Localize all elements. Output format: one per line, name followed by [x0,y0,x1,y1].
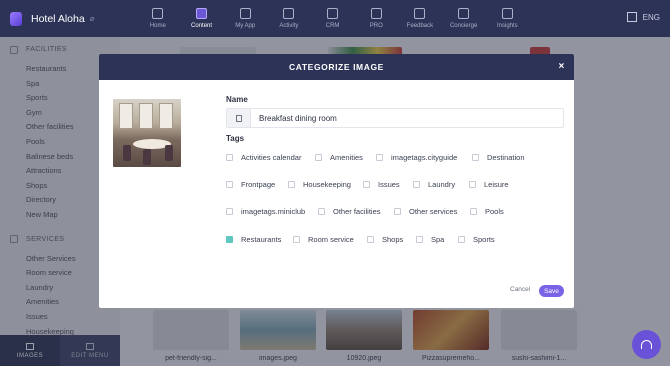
tag-checkbox[interactable] [472,154,479,161]
flag-icon [235,114,242,122]
tag-checkbox[interactable] [416,236,423,243]
tag-destination[interactable]: Destination [472,153,525,162]
nav-item-concierge[interactable]: Concierge [442,0,486,37]
translate-icon[interactable] [626,12,637,22]
tag-restaurants[interactable]: Restaurants [226,235,281,244]
dialog-title: CATEGORIZE IMAGE [289,62,384,72]
name-field [226,108,564,128]
tag-checkbox[interactable] [376,154,383,161]
hotel-badge: ⌀ [89,14,95,23]
cancel-button[interactable]: Cancel [510,286,530,293]
nav-item-my-app[interactable]: My App [223,0,267,37]
language-selector[interactable]: ENG [643,13,660,22]
tag-activities-calendar[interactable]: Activities calendar [226,153,301,162]
hotel-name: Hotel Aloha [31,12,85,25]
nav-item-feedback[interactable]: Feedback [398,0,442,37]
tag-leisure[interactable]: Leisure [469,180,509,189]
preview-chair [165,145,173,161]
tag-checkbox[interactable] [226,181,233,188]
flag-addon [227,109,251,127]
pro-icon [370,8,382,19]
top-nav-bar: Hotel Aloha ⌀ Home Content My App Activi… [0,0,670,37]
tag-amenities[interactable]: Amenities [315,153,363,162]
tag-checkbox[interactable] [288,181,295,188]
tags-label: Tags [226,134,245,143]
tag-checkbox[interactable] [293,236,300,243]
tag-checkbox[interactable] [367,236,374,243]
preview-chair [123,145,131,161]
save-button[interactable]: Save [539,285,564,297]
tag-checkbox[interactable] [458,236,465,243]
phone-icon [239,8,251,19]
nav-item-home[interactable]: Home [136,0,180,37]
image-preview [113,99,181,167]
tag-checkbox[interactable] [413,181,420,188]
tag-checkbox[interactable] [470,208,477,215]
preview-window [159,103,173,129]
name-input[interactable] [251,113,551,123]
tag-housekeeping[interactable]: Housekeeping [288,180,351,189]
tag-imagetags-miniclub[interactable]: imagetags.miniclub [226,207,305,216]
nav-item-activity[interactable]: Activity [267,0,311,37]
nav-item-insights[interactable]: Insights [486,0,530,37]
top-right-controls: ENG [626,12,660,22]
nav-item-content[interactable]: Content [180,0,224,37]
headset-icon [641,340,652,349]
tag-other-facilities[interactable]: Other facilities [318,207,381,216]
tag-checkbox[interactable] [469,181,476,188]
tag-checkbox[interactable] [226,208,233,215]
tag-checkbox-checked[interactable] [226,236,233,243]
name-label: Name [226,95,248,104]
nav-item-pro[interactable]: PRO [354,0,398,37]
dialog-header: CATEGORIZE IMAGE × [99,54,574,80]
tag-imagetags-cityguide[interactable]: imagetags.cityguide [376,153,457,162]
support-chat-button[interactable] [632,330,661,359]
tag-checkbox[interactable] [363,181,370,188]
main-nav: Home Content My App Activity CRM PRO Fee… [136,0,529,37]
activity-icon [283,8,295,19]
tag-checkbox[interactable] [318,208,325,215]
crm-icon [327,8,339,19]
tag-frontpage[interactable]: Frontpage [226,180,275,189]
brand[interactable]: Hotel Aloha ⌀ [0,11,140,26]
thumb-icon [414,8,426,19]
tag-other-services[interactable]: Other services [394,207,457,216]
tag-room-service[interactable]: Room service [293,235,354,244]
preview-window [119,103,133,129]
tag-pools[interactable]: Pools [470,207,504,216]
preview-window [139,103,153,129]
app-logo-icon [10,11,22,26]
preview-chair [143,149,151,165]
nav-item-crm[interactable]: CRM [311,0,355,37]
categorize-image-dialog: CATEGORIZE IMAGE × Name Tags Activities … [99,54,574,308]
tag-sports[interactable]: Sports [458,235,495,244]
tag-checkbox[interactable] [315,154,322,161]
close-icon[interactable]: × [559,61,565,73]
tag-checkbox[interactable] [226,154,233,161]
tag-issues[interactable]: Issues [363,180,400,189]
tag-checkbox[interactable] [394,208,401,215]
content-icon [196,8,208,19]
tag-laundry[interactable]: Laundry [413,180,455,189]
tag-shops[interactable]: Shops [367,235,403,244]
home-icon [152,8,164,19]
chat-icon [458,8,470,19]
chart-icon [501,8,513,19]
tag-spa[interactable]: Spa [416,235,444,244]
